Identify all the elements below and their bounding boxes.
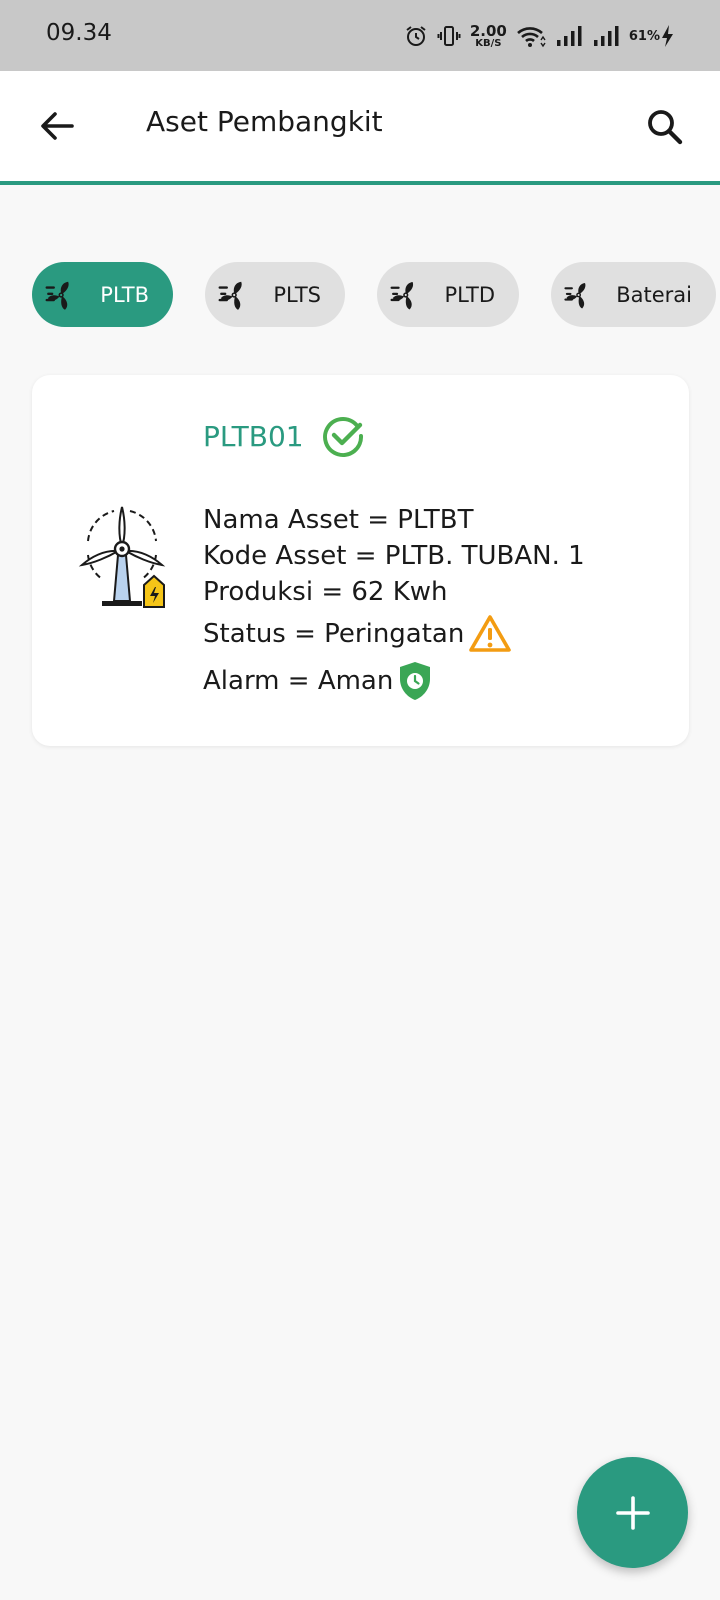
chip-label: PLTS	[273, 282, 321, 307]
wifi-icon	[516, 24, 546, 48]
fan-icon	[390, 281, 414, 309]
page-title: Aset Pembangkit	[146, 105, 383, 138]
network-speed-value: 2.00	[469, 21, 507, 40]
fan-icon	[45, 281, 69, 310]
chip-label: Baterai	[616, 282, 692, 307]
network-speed-unit: KB/S	[475, 37, 502, 49]
asset-card[interactable]: PLTB01 Nama Asset = PLTBT Kode Asset = P…	[32, 375, 689, 746]
signal-icon	[592, 24, 620, 48]
shield-clock-icon	[400, 662, 431, 700]
charging-icon	[660, 24, 674, 48]
asset-title: PLTB01	[203, 419, 304, 453]
chip-plts[interactable]: PLTS	[205, 262, 345, 327]
status-icons: 2.00 KB/S 61%	[404, 20, 674, 52]
back-button[interactable]	[34, 103, 80, 149]
search-icon	[648, 110, 683, 145]
alarm-text: Alarm = Aman	[203, 666, 394, 696]
asset-info: Nama Asset = PLTBT Kode Asset = PLTB. TU…	[203, 502, 585, 702]
vibrate-icon	[437, 24, 461, 48]
plus-icon	[615, 1495, 650, 1530]
check-circle-icon	[322, 417, 363, 457]
fan-icon	[564, 282, 586, 308]
chip-label: PLTB	[100, 282, 149, 307]
add-asset-button[interactable]	[577, 1457, 688, 1568]
alarm-row: Alarm = Aman	[203, 660, 585, 702]
warning-icon	[469, 615, 512, 652]
fan-icon	[218, 281, 242, 310]
app-bar: Aset Pembangkit	[0, 71, 720, 185]
chip-label: PLTD	[444, 282, 495, 307]
chip-pltd[interactable]: PLTD	[377, 262, 519, 327]
chip-pltb[interactable]: PLTB	[32, 262, 173, 327]
status-time: 09.34	[46, 20, 112, 46]
produksi: Produksi = 62 Kwh	[203, 577, 448, 607]
battery-percent: 61%	[628, 28, 660, 44]
status-text: Status = Peringatan	[203, 619, 465, 649]
network-speed: 2.00 KB/S	[469, 21, 507, 49]
status-bar: 09.34 2.00 KB/S 61%	[0, 0, 720, 71]
arrow-left-icon	[41, 112, 74, 140]
wind-turbine-icon	[78, 506, 166, 608]
battery-indicator: 61%	[629, 24, 674, 48]
nama-asset: Nama Asset = PLTBT	[203, 505, 474, 535]
category-chips: PLTB PLTS PLTD Baterai	[32, 262, 720, 327]
card-header: PLTB01	[203, 415, 364, 457]
alarm-icon	[404, 24, 428, 48]
status-row: Status = Peringatan	[203, 614, 585, 654]
signal-icon	[555, 24, 583, 48]
chip-baterai[interactable]: Baterai	[551, 262, 716, 327]
search-button[interactable]	[642, 104, 688, 150]
kode-asset: Kode Asset = PLTB. TUBAN. 1	[203, 541, 585, 571]
